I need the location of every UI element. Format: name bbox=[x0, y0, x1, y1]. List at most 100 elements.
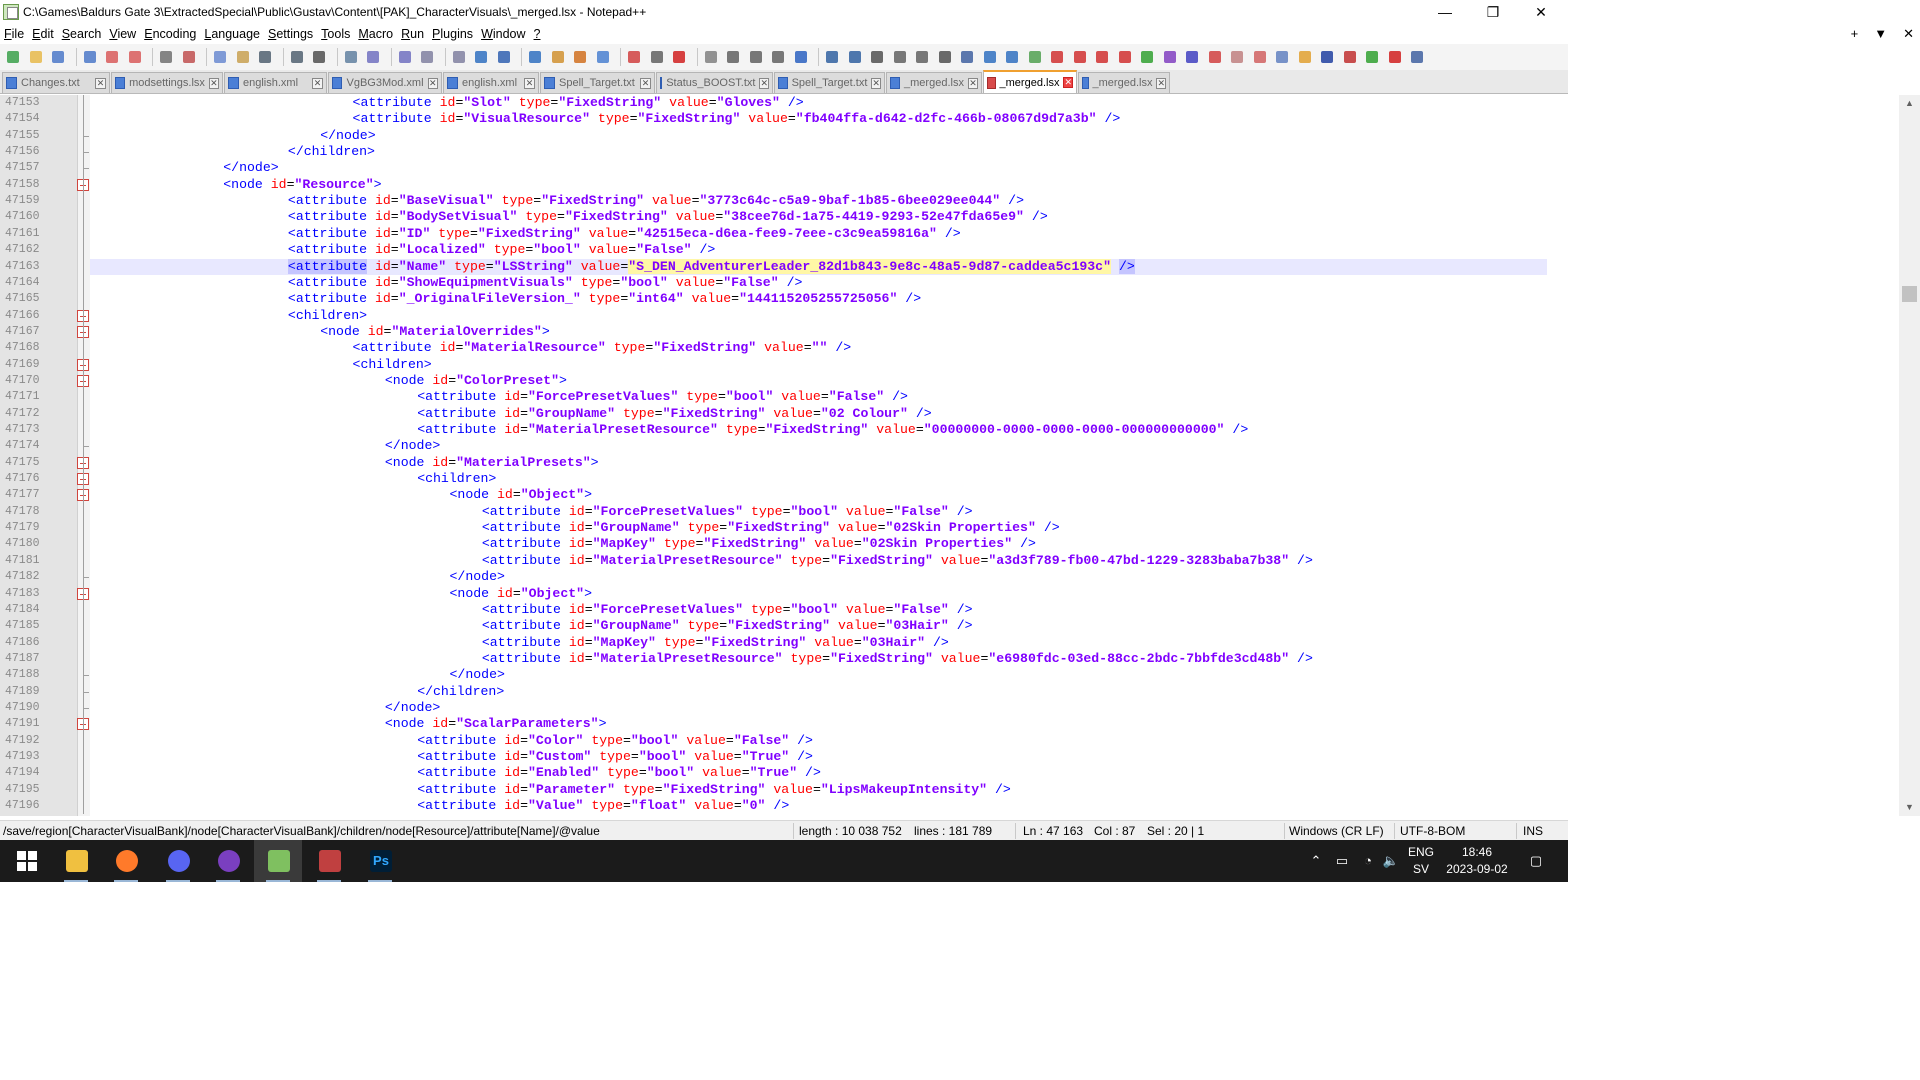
plugin-21-icon[interactable] bbox=[1251, 48, 1269, 66]
code-line[interactable]: <attribute id="MaterialPresetResource" t… bbox=[90, 553, 1547, 569]
tab-close-icon[interactable]: ✕ bbox=[1156, 77, 1166, 89]
plugin-4-icon[interactable] bbox=[868, 48, 886, 66]
sync-horizontal-icon[interactable] bbox=[450, 48, 468, 66]
current-line[interactable]: <attribute id="Name" type="LSString" val… bbox=[90, 258, 1547, 275]
tab-6[interactable]: Spell_Target.txt ✕ bbox=[540, 72, 655, 93]
tab-close-icon[interactable]: ✕ bbox=[312, 77, 323, 89]
restore-icon[interactable]: ❐ bbox=[1470, 0, 1516, 24]
tab-close-icon[interactable]: ✕ bbox=[95, 77, 106, 89]
code-line[interactable]: <attribute id="Parameter" type="FixedStr… bbox=[90, 782, 1547, 798]
code-line[interactable]: <attribute id="Value" type="float" value… bbox=[90, 798, 1547, 814]
tab-list-icon[interactable]: ▼ bbox=[1874, 24, 1887, 44]
notepadpp-app-icon[interactable] bbox=[3, 4, 19, 20]
tab-4[interactable]: VgBG3Mod.xml ✕ bbox=[328, 72, 442, 93]
doc-map-icon[interactable] bbox=[571, 48, 589, 66]
zoom-in-icon[interactable] bbox=[364, 48, 382, 66]
status-insert-mode[interactable]: INS bbox=[1523, 821, 1543, 841]
plugin-19-icon[interactable] bbox=[1206, 48, 1224, 66]
wifi-icon[interactable]: ◔ bbox=[1356, 840, 1380, 882]
code-line[interactable]: <attribute id="_OriginalFileVersion_" ty… bbox=[90, 291, 1547, 307]
plugin-2-icon[interactable] bbox=[823, 48, 841, 66]
udl-icon[interactable] bbox=[549, 48, 567, 66]
paste-icon[interactable] bbox=[234, 48, 252, 66]
menu-plugins[interactable]: Plugins bbox=[428, 24, 477, 44]
menu-search[interactable]: Search bbox=[58, 24, 106, 44]
code-line[interactable]: <attribute id="BodySetVisual" type="Fixe… bbox=[90, 209, 1547, 225]
function-list-icon[interactable] bbox=[594, 48, 612, 66]
tab-10[interactable]: _merged.lsx ✕ bbox=[983, 70, 1077, 93]
code-line[interactable]: <attribute id="ForcePresetValues" type="… bbox=[90, 504, 1547, 520]
plugin-12-icon[interactable] bbox=[1048, 48, 1066, 66]
menu-tools[interactable]: Tools bbox=[317, 24, 354, 44]
menu-window[interactable]: Window bbox=[477, 24, 529, 44]
status-encoding[interactable]: UTF-8-BOM bbox=[1400, 821, 1465, 841]
replace-icon[interactable] bbox=[342, 48, 360, 66]
tab-7[interactable]: Status_BOOST.txt ✕ bbox=[656, 72, 773, 93]
tab-2[interactable]: modsettings.lsx ✕ bbox=[111, 72, 223, 93]
plugin-26-icon[interactable] bbox=[1363, 48, 1381, 66]
word-wrap-icon[interactable] bbox=[472, 48, 490, 66]
menu-settings[interactable]: Settings bbox=[264, 24, 317, 44]
code-line[interactable]: <attribute id="Localized" type="bool" va… bbox=[90, 242, 1547, 258]
plugin-1-icon[interactable] bbox=[792, 48, 810, 66]
discord-icon[interactable] bbox=[154, 840, 202, 882]
code-line[interactable]: <attribute id="GroupName" type="FixedStr… bbox=[90, 618, 1547, 634]
menu-view[interactable]: View bbox=[105, 24, 140, 44]
photoshop-icon[interactable]: Ps bbox=[356, 840, 404, 882]
close-icon[interactable] bbox=[103, 48, 121, 66]
code-line[interactable]: <node id="ColorPreset"> bbox=[90, 373, 1547, 389]
code-line[interactable]: </node> bbox=[90, 438, 1547, 454]
volume-icon[interactable]: 🔈 bbox=[1380, 840, 1402, 882]
plugin-24-icon[interactable] bbox=[1318, 48, 1336, 66]
notepadpp-icon[interactable] bbox=[254, 840, 302, 882]
start-button[interactable] bbox=[2, 840, 50, 882]
plugin-23-icon[interactable] bbox=[1296, 48, 1314, 66]
sync-vertical-icon[interactable] bbox=[418, 48, 436, 66]
tab-close-icon[interactable]: ✕ bbox=[871, 77, 881, 89]
code-line[interactable]: <node id="Object"> bbox=[90, 487, 1547, 503]
app-purple-icon[interactable] bbox=[204, 840, 252, 882]
plugin-16-icon[interactable] bbox=[1138, 48, 1156, 66]
code-line[interactable]: </node> bbox=[90, 700, 1547, 716]
plugin-11-icon[interactable] bbox=[1026, 48, 1044, 66]
cut-icon[interactable] bbox=[180, 48, 198, 66]
minimize-icon[interactable]: — bbox=[1422, 0, 1468, 24]
code-line[interactable]: <attribute id="MaterialResource" type="F… bbox=[90, 340, 1547, 356]
plugin-20-icon[interactable] bbox=[1228, 48, 1246, 66]
folder-workspace-icon[interactable] bbox=[625, 48, 643, 66]
vertical-scrollbar[interactable]: ▲ ▼ bbox=[1899, 95, 1920, 816]
code-line[interactable]: <node id="MaterialOverrides"> bbox=[90, 324, 1547, 340]
plugin-10-icon[interactable] bbox=[1003, 48, 1021, 66]
tab-close-icon[interactable]: ✕ bbox=[427, 77, 438, 89]
menu-run[interactable]: Run bbox=[397, 24, 428, 44]
code-line[interactable]: <node id="Resource"> bbox=[90, 177, 1547, 193]
code-line[interactable]: </node> bbox=[90, 160, 1547, 176]
code-line[interactable]: <node id="Object"> bbox=[90, 586, 1547, 602]
show-all-chars-icon[interactable] bbox=[495, 48, 513, 66]
new-file-icon[interactable] bbox=[4, 48, 22, 66]
close-all-icon[interactable] bbox=[126, 48, 144, 66]
status-eol[interactable]: Windows (CR LF) bbox=[1289, 821, 1384, 841]
code-line[interactable]: <attribute id="Color" type="bool" value=… bbox=[90, 733, 1547, 749]
zoom-out-icon[interactable] bbox=[396, 48, 414, 66]
file-explorer-icon[interactable] bbox=[52, 840, 100, 882]
scroll-thumb[interactable] bbox=[1902, 286, 1917, 303]
redo-icon[interactable] bbox=[288, 48, 306, 66]
notification-icon[interactable]: ▢ bbox=[1524, 840, 1548, 882]
plugin-18-icon[interactable] bbox=[1183, 48, 1201, 66]
close-window-icon[interactable]: ✕ bbox=[1518, 0, 1564, 24]
monitor-icon[interactable] bbox=[648, 48, 666, 66]
plugin-5-icon[interactable] bbox=[891, 48, 909, 66]
tab-3[interactable]: english.xml ✕ bbox=[224, 72, 327, 93]
code-line[interactable]: <node id="ScalarParameters"> bbox=[90, 716, 1547, 732]
scroll-up-icon[interactable]: ▲ bbox=[1899, 95, 1920, 112]
plugin-14-icon[interactable] bbox=[1093, 48, 1111, 66]
code-area[interactable]: <attribute id="Slot" type="FixedString" … bbox=[90, 95, 1547, 816]
code-line[interactable]: <attribute id="Slot" type="FixedString" … bbox=[90, 95, 1547, 111]
close-tab-icon[interactable]: ✕ bbox=[1903, 24, 1914, 44]
code-line[interactable]: <attribute id="MaterialPresetResource" t… bbox=[90, 422, 1547, 438]
open-file-icon[interactable] bbox=[27, 48, 45, 66]
tab-close-icon[interactable]: ✕ bbox=[967, 77, 978, 89]
menu-help[interactable]: ? bbox=[530, 24, 545, 44]
plugin-8-icon[interactable] bbox=[958, 48, 976, 66]
